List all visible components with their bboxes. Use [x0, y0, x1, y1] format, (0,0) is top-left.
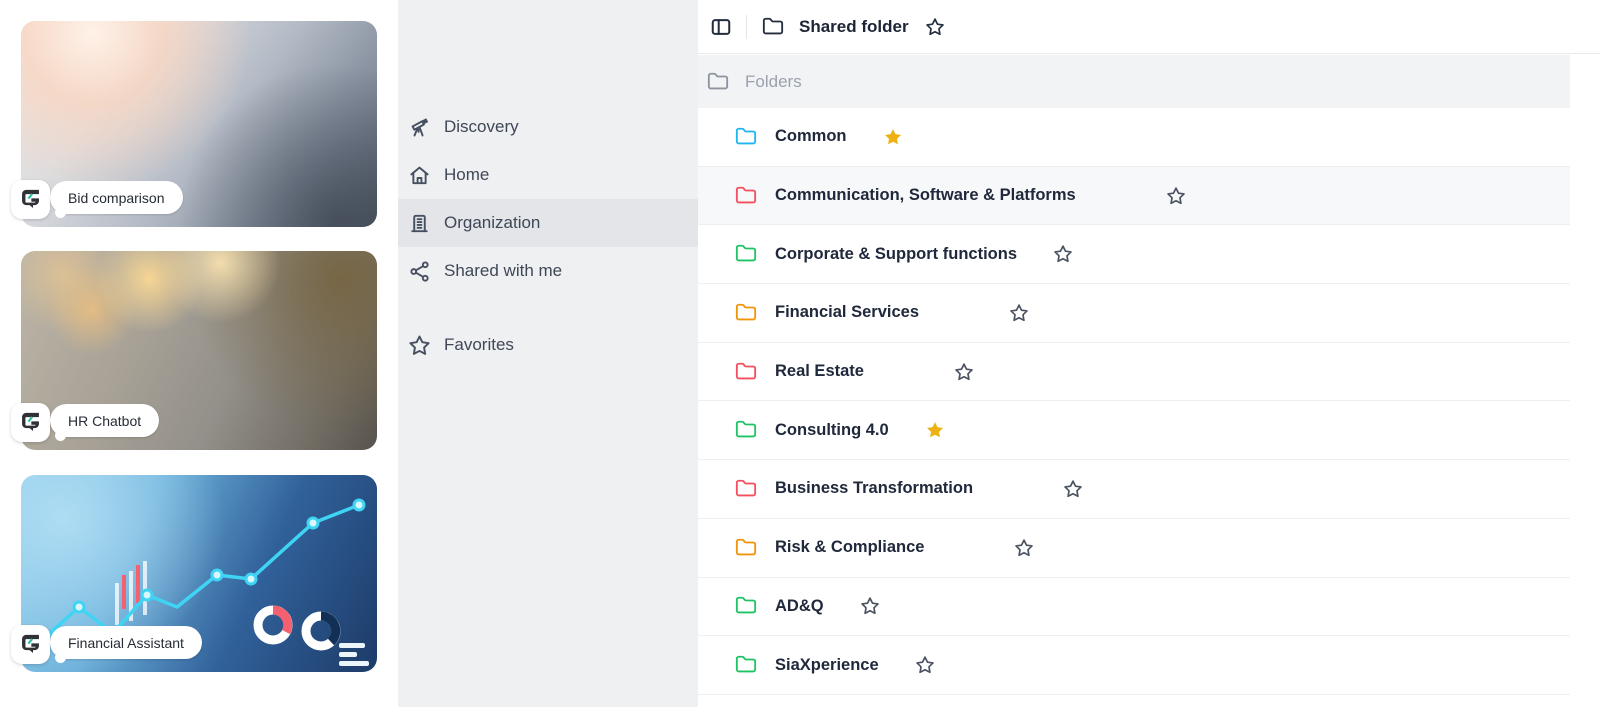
folder-row[interactable]: SiaXperience: [698, 636, 1570, 695]
folder-name: SiaXperience: [775, 655, 879, 674]
sidebar-item-label: Favorites: [444, 335, 514, 354]
sidebar-item-organization[interactable]: Organization: [398, 199, 698, 247]
folder-icon: [735, 126, 757, 148]
folder-icon: [707, 71, 729, 93]
app-logo-badge: [11, 180, 50, 219]
main-header: Shared folder: [698, 0, 1600, 54]
folder-name: Communication, Software & Platforms: [775, 186, 1076, 205]
favorite-star-filled[interactable]: [925, 420, 945, 440]
folder-icon: [735, 185, 757, 207]
favorite-star-button[interactable]: [1053, 244, 1073, 264]
favorite-star-button[interactable]: [1063, 479, 1083, 499]
folder-icon: [735, 537, 757, 559]
app-card-label: Bid comparison: [50, 181, 183, 218]
folder-row[interactable]: Risk & Compliance: [698, 518, 1570, 578]
main-panel: Shared folder Folders Common Communicati…: [698, 0, 1600, 707]
app-card[interactable]: Bid comparison: [11, 21, 377, 227]
folder-row[interactable]: Real Estate: [698, 342, 1570, 402]
app-card[interactable]: HR Chatbot: [11, 251, 377, 450]
header-divider: [746, 14, 747, 39]
building-icon: [408, 212, 431, 235]
sidebar-item-label: Discovery: [444, 117, 519, 136]
app-cards: Bid comparison HR Chatbot Financial Assi…: [0, 0, 398, 707]
folder-icon: [735, 302, 757, 324]
app-logo-badge: [11, 403, 50, 442]
share-icon: [408, 260, 431, 283]
folder-name: Corporate & Support functions: [775, 244, 1017, 263]
folders-section-label: Folders: [745, 71, 802, 91]
folder-row[interactable]: Communication, Software & Platforms: [698, 166, 1570, 226]
sidebar-item-label: Organization: [444, 213, 541, 232]
sidebar-item-home[interactable]: Home: [398, 151, 698, 199]
star-icon: [408, 334, 431, 357]
sidebar-nav-list: Discovery Home Organization Shared with …: [398, 103, 698, 369]
folder-name: Financial Services: [775, 303, 919, 322]
navigation-sidebar: Discovery Home Organization Shared with …: [398, 0, 698, 707]
sidebar-item-favorites[interactable]: Favorites: [398, 321, 698, 369]
folder-icon: [735, 595, 757, 617]
favorite-star-button[interactable]: [1009, 303, 1029, 323]
folder-name: Business Transformation: [775, 479, 974, 498]
folder-name: Real Estate: [775, 362, 864, 381]
folder-row[interactable]: Financial Services: [698, 284, 1570, 343]
folder-row[interactable]: Corporate & Support functions: [698, 225, 1570, 285]
folder-icon: [735, 419, 757, 441]
folder-row[interactable]: Business Transformation: [698, 460, 1570, 519]
g-logo-icon: [17, 184, 44, 216]
favorite-star-button[interactable]: [1166, 186, 1186, 206]
favorite-star-button[interactable]: [925, 17, 945, 37]
folder-icon: [735, 243, 757, 265]
folder-row[interactable]: Common: [698, 108, 1570, 167]
folder-row[interactable]: Consulting 4.0: [698, 401, 1570, 461]
g-logo-icon: [17, 407, 44, 439]
folder-row[interactable]: AD&Q: [698, 577, 1570, 637]
app-card-label: HR Chatbot: [50, 404, 160, 441]
folders-section-header: Folders: [698, 55, 1570, 108]
favorite-star-button[interactable]: [860, 596, 880, 616]
favorite-star-button[interactable]: [1014, 538, 1034, 558]
folder-icon: [735, 654, 757, 676]
g-logo-icon: [17, 629, 44, 661]
sidebar-item-shared-with-me[interactable]: Shared with me: [398, 247, 698, 295]
folder-name: Risk & Compliance: [775, 538, 925, 557]
folder-icon: [762, 16, 784, 38]
sidebar-item-discovery[interactable]: Discovery: [398, 103, 698, 151]
sidebar-item-label: Home: [444, 165, 490, 184]
sidebar-item-label: Shared with me: [444, 261, 563, 280]
favorite-star-button[interactable]: [954, 362, 974, 382]
folder-name: AD&Q: [775, 596, 824, 615]
folder-icon: [735, 361, 757, 383]
page-title: Shared folder: [799, 16, 909, 36]
folder-icon: [735, 478, 757, 500]
folder-name: Common: [775, 127, 847, 146]
app-card-label: Financial Assistant: [50, 626, 202, 663]
panel-left-icon[interactable]: [710, 16, 732, 38]
chevron-right-icon: [660, 336, 682, 354]
favorite-star-filled[interactable]: [883, 127, 903, 147]
favorite-star-button[interactable]: [915, 655, 935, 675]
folder-list: Common Communication, Software & Platfor…: [698, 108, 1570, 695]
app-logo-badge: [11, 625, 50, 664]
app-card[interactable]: Financial Assistant: [11, 475, 377, 672]
home-icon: [408, 164, 431, 187]
folder-name: Consulting 4.0: [775, 420, 889, 439]
telescope-icon: [408, 116, 431, 139]
